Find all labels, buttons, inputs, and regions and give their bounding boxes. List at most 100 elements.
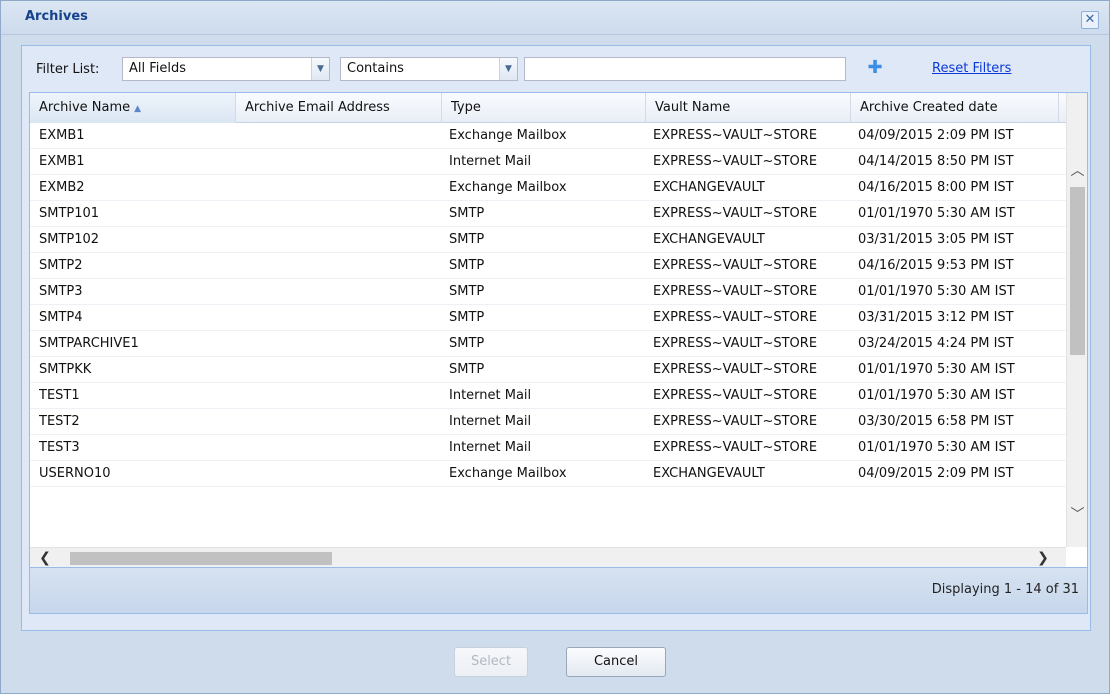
cell-archive-name: EXMB2	[39, 180, 85, 195]
cell-archive-created-date: 04/14/2015 8:50 PM IST	[858, 154, 1014, 169]
cell-archive-created-date: 01/01/1970 5:30 AM IST	[858, 362, 1015, 377]
cell-vault-name: EXPRESS~VAULT~STORE	[653, 440, 818, 455]
vertical-scrollbar[interactable]: ︿ ﹀	[1066, 93, 1087, 547]
vertical-scroll-thumb[interactable]	[1070, 187, 1085, 355]
cell-type: SMTP	[449, 206, 485, 221]
cancel-button[interactable]: Cancel	[566, 647, 666, 677]
cell-vault-name: EXPRESS~VAULT~STORE	[653, 388, 818, 403]
cell-vault-name: EXCHANGEVAULT	[653, 232, 765, 247]
close-icon[interactable]: ✕	[1081, 11, 1099, 29]
cell-vault-name: EXPRESS~VAULT~STORE	[653, 284, 818, 299]
cell-archive-name: EXMB1	[39, 128, 85, 143]
chevron-down-icon[interactable]: ▼	[311, 58, 329, 80]
sort-ascending-icon: ▲	[134, 104, 142, 114]
horizontal-scroll-thumb[interactable]	[70, 552, 332, 565]
filter-operator-value: Contains	[347, 61, 404, 76]
cell-archive-created-date: 01/01/1970 5:30 AM IST	[858, 206, 1015, 221]
cell-vault-name: EXPRESS~VAULT~STORE	[653, 128, 818, 143]
cell-type: Internet Mail	[449, 414, 532, 429]
cell-vault-name: EXCHANGEVAULT	[653, 466, 765, 481]
table-row[interactable]: EXMB2 Exchange Mailbox EXCHANGEVAULT 04/16/…	[30, 175, 1066, 201]
filter-field-value: All Fields	[129, 61, 187, 76]
table-row[interactable]: TEST2 Internet Mail EXPRESS~VAULT~STORE 03/…	[30, 409, 1066, 435]
scroll-right-icon[interactable]: ❯	[1033, 548, 1053, 567]
cell-type: Internet Mail	[449, 154, 532, 169]
cell-archive-name: SMTP101	[39, 206, 100, 221]
cell-archive-created-date: 04/09/2015 2:09 PM IST	[858, 466, 1014, 481]
cell-type: Internet Mail	[449, 388, 532, 403]
filter-bar: Filter List: All Fields ▼ Contains ▼ ✚ R…	[22, 46, 1090, 92]
cell-type: SMTP	[449, 310, 485, 325]
column-header-label: Archive Created date	[860, 100, 998, 115]
cell-archive-created-date: 01/01/1970 5:30 AM IST	[858, 388, 1015, 403]
cell-archive-name: SMTPKK	[39, 362, 92, 377]
table-row[interactable]: TEST1 Internet Mail EXPRESS~VAULT~STORE 01/…	[30, 383, 1066, 409]
cell-type: SMTP	[449, 362, 485, 377]
cell-archive-name: EXMB1	[39, 154, 85, 169]
cell-vault-name: EXPRESS~VAULT~STORE	[653, 258, 818, 273]
grid-header: Archive Name ▲ Archive Email Address Type…	[30, 93, 1066, 123]
column-header-type[interactable]: Type	[442, 93, 646, 123]
cell-archive-created-date: 03/31/2015 3:05 PM IST	[858, 232, 1014, 247]
cell-archive-name: SMTP102	[39, 232, 100, 247]
scroll-down-icon[interactable]: ﹀	[1067, 505, 1087, 525]
cell-archive-created-date: 04/16/2015 8:00 PM IST	[858, 180, 1014, 195]
cell-type: Exchange Mailbox	[449, 466, 567, 481]
cell-vault-name: EXPRESS~VAULT~STORE	[653, 154, 818, 169]
cell-type: Exchange Mailbox	[449, 180, 567, 195]
filter-operator-combo[interactable]: Contains ▼	[340, 57, 518, 81]
table-row[interactable]: SMTP101 SMTP EXPRESS~VAULT~STORE 01/01/1970…	[30, 201, 1066, 227]
reset-filters-link[interactable]: Reset Filters	[932, 61, 1011, 76]
scroll-left-icon[interactable]: ❮	[35, 548, 55, 567]
archives-grid: Archive Name ▲ Archive Email Address Type…	[29, 92, 1088, 568]
cell-type: SMTP	[449, 284, 485, 299]
table-row[interactable]: TEST3 Internet Mail EXPRESS~VAULT~STORE 01/…	[30, 435, 1066, 461]
cell-type: SMTP	[449, 258, 485, 273]
column-header-archive-created-date[interactable]: Archive Created date	[851, 93, 1059, 123]
filter-field-combo[interactable]: All Fields ▼	[122, 57, 330, 81]
cell-archive-name: TEST3	[39, 440, 80, 455]
cell-archive-created-date: 04/09/2015 2:09 PM IST	[858, 128, 1014, 143]
cell-archive-created-date: 03/24/2015 4:24 PM IST	[858, 336, 1014, 351]
grid-rows: EXMB1 Exchange Mailbox EXPRESS~VAULT~STORE…	[30, 123, 1066, 487]
cell-archive-created-date: 01/01/1970 5:30 AM IST	[858, 440, 1015, 455]
table-row[interactable]: EXMB1 Exchange Mailbox EXPRESS~VAULT~STORE…	[30, 123, 1066, 149]
table-row[interactable]: EXMB1 Internet Mail EXPRESS~VAULT~STORE 04/…	[30, 149, 1066, 175]
cell-vault-name: EXPRESS~VAULT~STORE	[653, 362, 818, 377]
horizontal-scrollbar[interactable]: ❮ ❯	[30, 547, 1066, 567]
column-header-archive-email[interactable]: Archive Email Address	[236, 93, 442, 123]
cell-archive-name: SMTP4	[39, 310, 83, 325]
cell-archive-name: TEST1	[39, 388, 80, 403]
cell-vault-name: EXPRESS~VAULT~STORE	[653, 206, 818, 221]
paging-toolbar: Displaying 1 - 14 of 31	[29, 568, 1088, 614]
table-row[interactable]: SMTP2 SMTP EXPRESS~VAULT~STORE 04/16/2015 9…	[30, 253, 1066, 279]
scroll-up-icon[interactable]: ︿	[1067, 161, 1087, 181]
cell-archive-name: SMTP2	[39, 258, 83, 273]
table-row[interactable]: SMTP3 SMTP EXPRESS~VAULT~STORE 01/01/1970 5…	[30, 279, 1066, 305]
cell-vault-name: EXPRESS~VAULT~STORE	[653, 310, 818, 325]
table-row[interactable]: SMTP4 SMTP EXPRESS~VAULT~STORE 03/31/2015 3…	[30, 305, 1066, 331]
dialog-titlebar: Archives ✕	[1, 1, 1109, 35]
plus-icon[interactable]: ✚	[866, 58, 884, 78]
select-button[interactable]: Select	[454, 647, 528, 677]
archives-panel: Filter List: All Fields ▼ Contains ▼ ✚ R…	[21, 45, 1091, 631]
cell-vault-name: EXPRESS~VAULT~STORE	[653, 336, 818, 351]
chevron-down-icon[interactable]: ▼	[499, 58, 517, 80]
table-row[interactable]: SMTPARCHIVE1 SMTP EXPRESS~VAULT~STORE 03/24…	[30, 331, 1066, 357]
cell-archive-created-date: 01/01/1970 5:30 AM IST	[858, 284, 1015, 299]
column-header-archive-name[interactable]: Archive Name ▲	[30, 93, 236, 123]
column-header-label: Archive Name	[39, 100, 131, 115]
table-row[interactable]: SMTP102 SMTP EXCHANGEVAULT 03/31/2015 3:05 …	[30, 227, 1066, 253]
table-row[interactable]: USERNO10 Exchange Mailbox EXCHANGEVAULT 04/…	[30, 461, 1066, 487]
column-header-label: Type	[451, 100, 481, 115]
column-header-vault-name[interactable]: Vault Name	[646, 93, 851, 123]
column-header-label: Archive Email Address	[245, 100, 390, 115]
filter-list-label: Filter List:	[36, 62, 100, 77]
cell-archive-created-date: 04/16/2015 9:53 PM IST	[858, 258, 1014, 273]
cell-vault-name: EXCHANGEVAULT	[653, 180, 765, 195]
cell-archive-name: SMTPARCHIVE1	[39, 336, 139, 351]
cell-vault-name: EXPRESS~VAULT~STORE	[653, 414, 818, 429]
filter-search-input[interactable]	[524, 57, 846, 81]
table-row[interactable]: SMTPKK SMTP EXPRESS~VAULT~STORE 01/01/1970 …	[30, 357, 1066, 383]
cell-archive-name: USERNO10	[39, 466, 111, 481]
